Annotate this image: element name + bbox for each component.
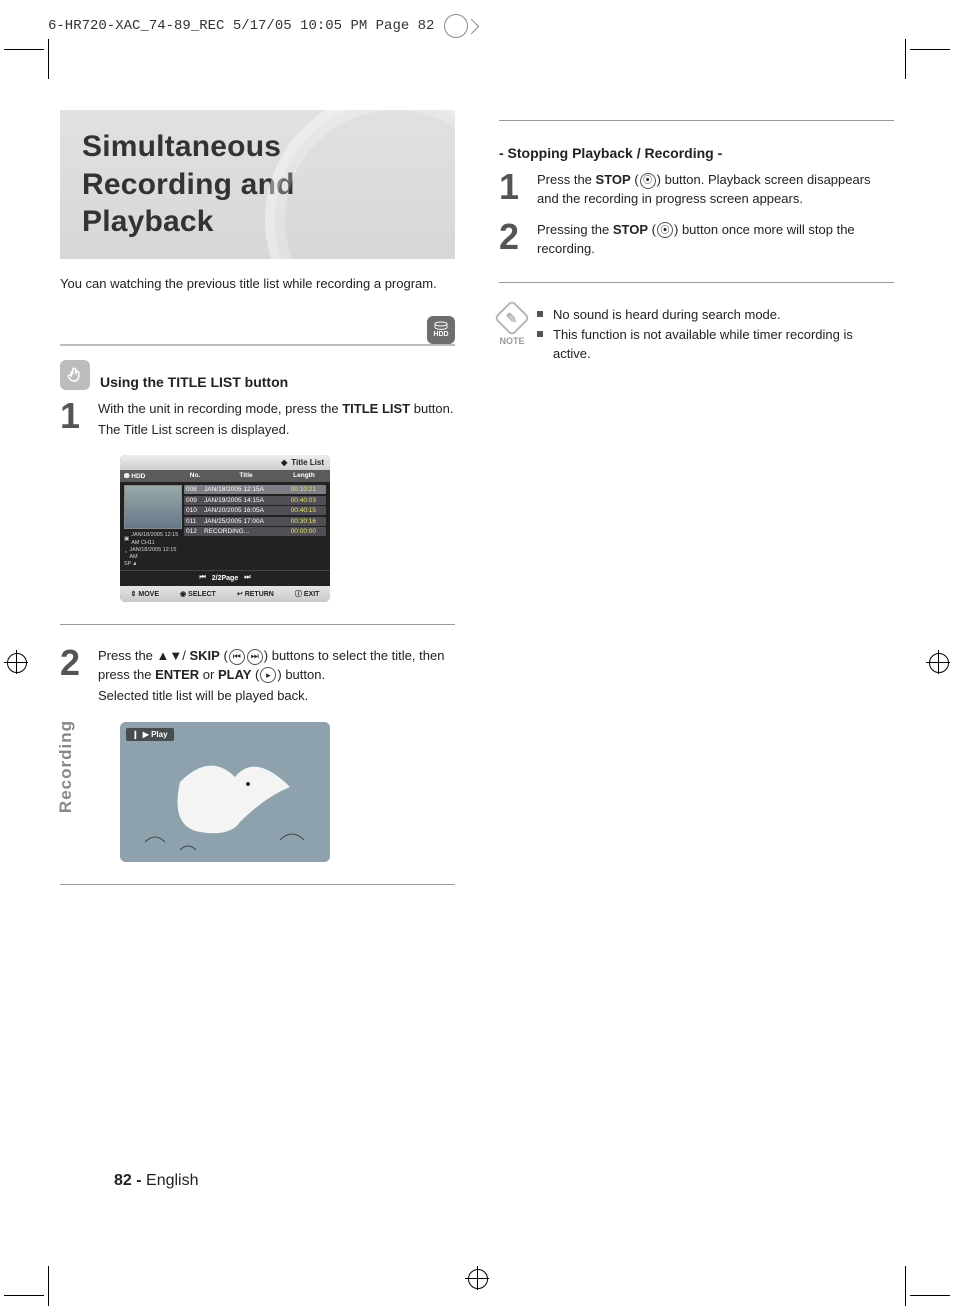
divider (499, 282, 894, 283)
page-footer: 82 - English (114, 1172, 199, 1190)
step-number: 2 (60, 647, 88, 679)
right-step-2: 2 Pressing the STOP (⦿) button once more… (499, 221, 894, 261)
return-icon: ↩ (237, 590, 243, 598)
right-subheading: - Stopping Playback / Recording - (499, 145, 894, 161)
hdd-badge-icon: HDD (427, 316, 455, 344)
title-list-label: Title List (291, 458, 324, 467)
play-overlay-icon: ❙ (132, 730, 139, 739)
stop-icon: ⦿ (657, 222, 673, 238)
section-title-box: Simultaneous Recording and Playback (60, 110, 455, 259)
bullet-icon (537, 311, 543, 317)
preview-meta: ▣JAN/18/2005 12:15 AM CH11 ◔JAN/18/2005 … (124, 532, 180, 568)
exit-icon: ⓘ (295, 589, 302, 599)
play-icon: ▸ (260, 667, 276, 683)
preview-thumbnail (124, 485, 182, 529)
title-list-row: 012RECORDING...00:00:00 (184, 527, 326, 536)
skip-next-icon: ⏭︎ (247, 649, 263, 665)
skip-prev-icon: ⏮︎ (229, 649, 245, 665)
hand-pointer-icon (60, 360, 90, 390)
right-step-1: 1 Press the STOP (⦿) button. Playback sc… (499, 171, 894, 211)
divider (60, 624, 455, 625)
divider (499, 120, 894, 121)
intro-text: You can watching the previous title list… (60, 275, 455, 293)
registration-mark-icon (4, 650, 28, 674)
title-list-row: 008JAN/18/2005 12:15A00:10:21 (184, 485, 326, 494)
skip-next-icon: ⏭︎ (244, 574, 250, 582)
section-head: Using the TITLE LIST button (60, 360, 455, 390)
stop-icon: ⦿ (640, 173, 656, 189)
note-block: ✎ NOTE No sound is heard during search m… (499, 305, 894, 364)
clock-icon: ◔ (124, 550, 127, 557)
prepress-slug: 6-HR720-XAC_74-89_REC 5/17/05 10:05 PM P… (48, 14, 477, 38)
step-number: 1 (60, 400, 88, 432)
playback-screen: ❙ ▶ Play (120, 722, 330, 862)
diamond-icon: ◆ (281, 458, 287, 467)
step-2: 2 Press the ▲▼/ SKIP (⏮︎⏭︎) buttons to s… (60, 647, 455, 708)
divider (60, 884, 455, 885)
title-list-screen: ◆ Title List ⛃ HDD No. Title Length ▣ (120, 455, 330, 602)
note-label: NOTE (499, 336, 524, 346)
section-head-label: Using the TITLE LIST button (100, 374, 288, 390)
step-1: 1 With the unit in recording mode, press… (60, 400, 455, 442)
play-overlay-label: ▶ Play (143, 730, 168, 739)
bullet-icon (537, 331, 543, 337)
registration-mark-icon (465, 1266, 489, 1290)
updown-icon: ⇕ (131, 590, 137, 598)
divider (60, 344, 455, 346)
skip-prev-icon: ⏮︎ (199, 574, 205, 582)
paging-label: 2/2Page (212, 575, 238, 582)
note-icon: ✎ (494, 300, 531, 337)
registration-mark-icon (926, 650, 950, 674)
seagull-image (120, 722, 330, 862)
step-number: 2 (499, 221, 527, 253)
select-icon: ◉ (180, 590, 186, 598)
folder-icon: ▣ (124, 536, 129, 543)
title-list-row: 011JAN/25/2005 17:00A00:30:16 (184, 517, 326, 526)
lock-icon: 🔒︎ (133, 561, 136, 568)
step-number: 1 (499, 171, 527, 203)
title-list-row: 010JAN/20/2005 16:05A00:40:15 (184, 506, 326, 515)
note-item: This function is not available while tim… (537, 325, 894, 364)
note-item: No sound is heard during search mode. (537, 305, 894, 325)
title-list-row: 009JAN/19/2005 14:15A00:40:03 (184, 496, 326, 505)
hdd-icon: ⛃ (124, 473, 129, 480)
